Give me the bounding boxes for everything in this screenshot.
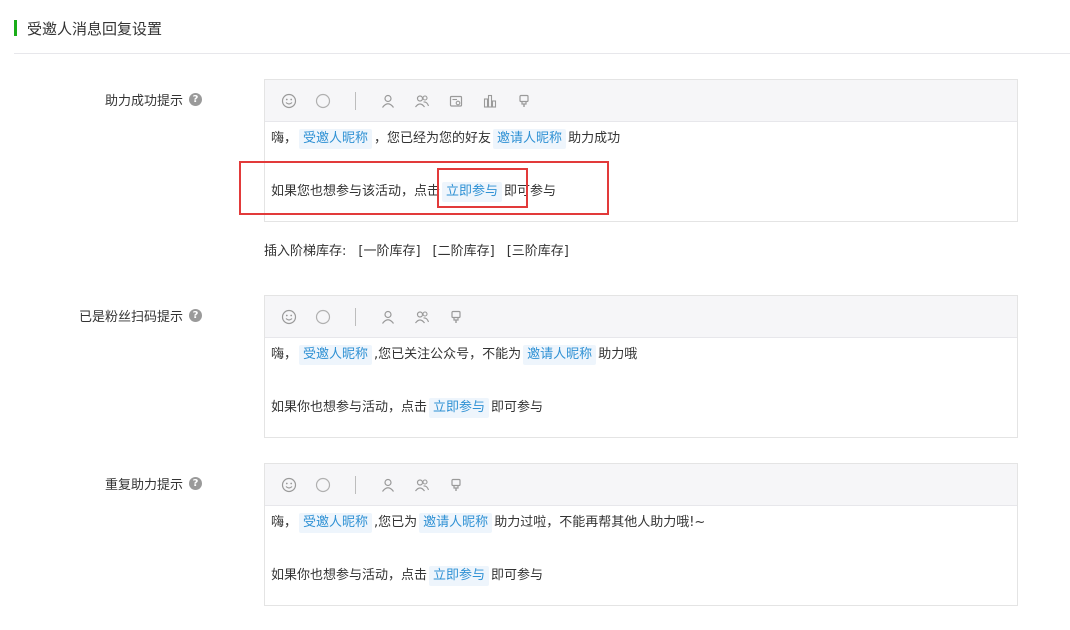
field-label-fan: 已是粉丝扫码提示 ?	[79, 306, 202, 325]
stamp-icon[interactable]	[448, 477, 464, 493]
help-icon[interactable]: ?	[189, 477, 202, 490]
chart-icon[interactable]	[482, 93, 498, 109]
stock-insert-row: 插入阶梯库存: [一阶库存] [二阶库存] [三阶库存]	[264, 240, 569, 259]
people-icon[interactable]	[414, 93, 430, 109]
stock-link-tier3[interactable]: [三阶库存]	[507, 240, 569, 259]
toolbar-separator	[355, 91, 356, 110]
editor-content[interactable]: 嗨， 受邀人昵称 ，您已经为您的好友 邀请人昵称 助力成功 如果您也想参与该活动，点击立…	[265, 126, 1017, 205]
people-icon[interactable]	[414, 477, 430, 493]
emoji-icon[interactable]	[281, 309, 297, 325]
tag-join-now[interactable]: 立即参与	[429, 566, 490, 586]
editor-content[interactable]: 嗨， 受邀人昵称 ,您已为 邀请人昵称 助力过啦，不能再帮其他人助力哦!~ 如果你也想参…	[265, 510, 1017, 589]
tag-invitee-nickname[interactable]: 受邀人昵称	[299, 345, 373, 365]
tag-inviter-nickname[interactable]: 邀请人昵称	[419, 513, 493, 533]
help-icon[interactable]: ?	[189, 93, 202, 106]
editor-success: 嗨， 受邀人昵称 ，您已经为您的好友 邀请人昵称 助力成功 如果您也想参与该活动，点击立…	[264, 79, 1018, 222]
compass-icon[interactable]	[315, 93, 331, 109]
person-icon[interactable]	[380, 477, 396, 493]
field-label-repeat: 重复助力提示 ?	[105, 474, 202, 493]
toolbar-separator	[355, 307, 356, 326]
section-header: 受邀人消息回复设置	[14, 18, 162, 38]
tag-join-now[interactable]: 立即参与	[429, 398, 490, 418]
editor-fan: 嗨， 受邀人昵称 ,您已关注公众号，不能为 邀请人昵称 助力哦 如果你也想参与活动，点击…	[264, 295, 1018, 438]
field-label-text: 重复助力提示	[104, 478, 183, 493]
tag-inviter-nickname[interactable]: 邀请人昵称	[523, 345, 597, 365]
field-label-text: 助力成功提示	[104, 94, 183, 109]
tag-inviter-nickname[interactable]: 邀请人昵称	[493, 129, 567, 149]
message-line: 如果你也想参与活动，点击 立即参与 即可参与	[271, 395, 1011, 421]
section-accent-bar	[14, 20, 17, 36]
message-line: 如果你也想参与活动，点击 立即参与 即可参与	[271, 563, 1011, 589]
editor-toolbar	[265, 80, 1017, 122]
tag-join-now[interactable]: 立即参与	[442, 182, 503, 202]
field-label-success: 助力成功提示 ?	[105, 90, 202, 109]
message-line: 嗨， 受邀人昵称 ,您已为 邀请人昵称 助力过啦，不能再帮其他人助力哦!~	[271, 510, 1011, 536]
card-icon[interactable]	[448, 93, 464, 109]
compass-icon[interactable]	[315, 477, 331, 493]
emoji-icon[interactable]	[281, 93, 297, 109]
message-line: 嗨， 受邀人昵称 ，您已经为您的好友 邀请人昵称 助力成功	[271, 126, 1011, 152]
help-icon[interactable]: ?	[189, 309, 202, 322]
editor-content[interactable]: 嗨， 受邀人昵称 ,您已关注公众号，不能为 邀请人昵称 助力哦 如果你也想参与活动，点击…	[265, 342, 1017, 421]
editor-toolbar	[265, 296, 1017, 338]
emoji-icon[interactable]	[281, 477, 297, 493]
stamp-icon[interactable]	[516, 93, 532, 109]
stamp-icon[interactable]	[448, 309, 464, 325]
editor-toolbar	[265, 464, 1017, 506]
editor-repeat: 嗨， 受邀人昵称 ,您已为 邀请人昵称 助力过啦，不能再帮其他人助力哦!~ 如果你也想参…	[264, 463, 1018, 606]
toolbar-separator	[355, 475, 356, 494]
tag-invitee-nickname[interactable]: 受邀人昵称	[299, 513, 373, 533]
person-icon[interactable]	[380, 93, 396, 109]
message-line: 嗨， 受邀人昵称 ,您已关注公众号，不能为 邀请人昵称 助力哦	[271, 342, 1011, 368]
person-icon[interactable]	[380, 309, 396, 325]
tag-invitee-nickname[interactable]: 受邀人昵称	[299, 129, 373, 149]
stock-label: 插入阶梯库存:	[264, 244, 347, 259]
message-line: 如果您也想参与该活动，点击 立即参与 即可参与	[271, 179, 1011, 205]
section-title: 受邀人消息回复设置	[27, 19, 163, 38]
people-icon[interactable]	[414, 309, 430, 325]
header-divider	[14, 53, 1070, 54]
stock-link-tier2[interactable]: [二阶库存]	[433, 240, 495, 259]
stock-link-tier1[interactable]: [一阶库存]	[358, 240, 420, 259]
field-label-text: 已是粉丝扫码提示	[78, 310, 183, 325]
compass-icon[interactable]	[315, 309, 331, 325]
